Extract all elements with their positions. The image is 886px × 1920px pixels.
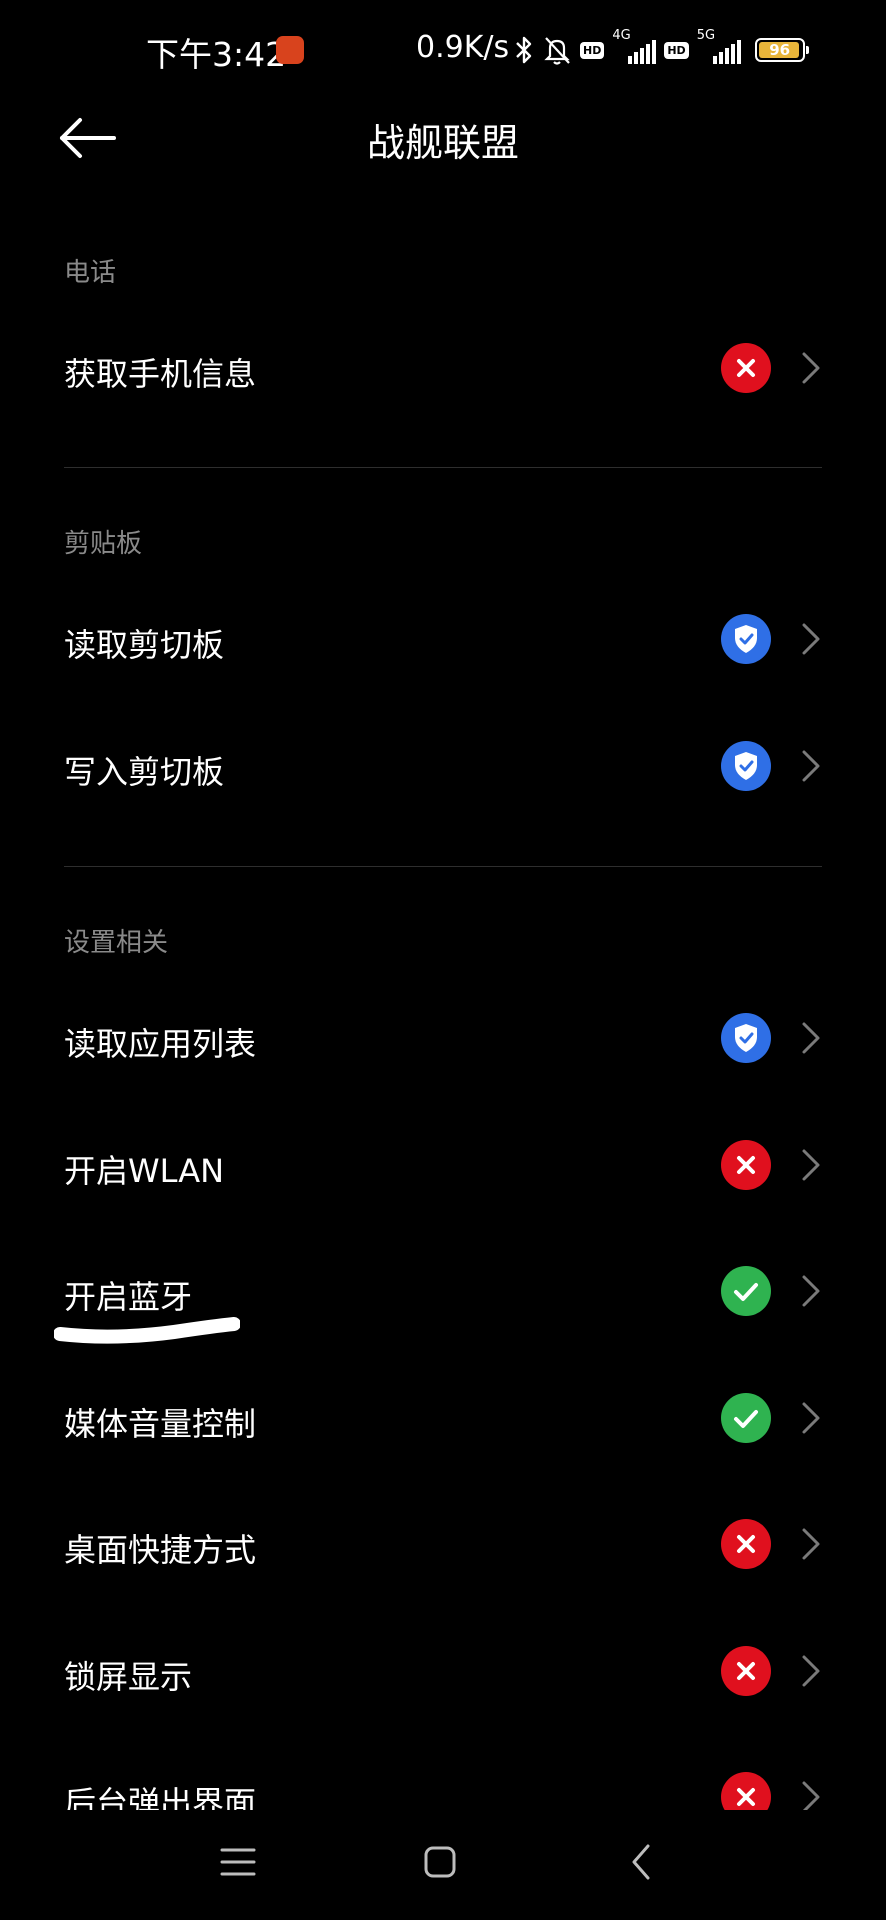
- chevron-right-icon: [802, 1781, 820, 1810]
- x-circle-icon[interactable]: [721, 1140, 771, 1190]
- back-icon[interactable]: [612, 1832, 672, 1892]
- network-type-label: 4G: [612, 28, 631, 43]
- divider: [64, 467, 822, 468]
- permission-label: 获取手机信息: [64, 355, 257, 393]
- app-notification-icon: [276, 36, 304, 64]
- chevron-right-icon: [802, 1022, 820, 1054]
- section-title-phone: 电话: [64, 258, 117, 288]
- permission-label: 读取应用列表: [64, 1025, 257, 1063]
- permission-label: 锁屏显示: [64, 1658, 193, 1696]
- permission-label: 媒体音量控制: [64, 1405, 257, 1443]
- permission-label: 写入剪切板: [64, 753, 225, 791]
- section-title-settings: 设置相关: [64, 928, 169, 958]
- shield-check-icon[interactable]: [721, 1013, 771, 1063]
- permission-label: 后台弹出界面: [64, 1784, 257, 1810]
- hd-badge-2: HD: [664, 41, 689, 59]
- bluetooth-icon: [516, 36, 532, 64]
- permission-row[interactable]: 读取剪切板: [0, 584, 886, 694]
- check-circle-icon[interactable]: [721, 1393, 771, 1443]
- signal-5g: 5G: [697, 28, 741, 64]
- mute-bell-icon: [544, 37, 570, 65]
- permission-label: 开启WLAN: [64, 1152, 225, 1190]
- signal-bars-icon-2: [712, 36, 741, 64]
- permission-row[interactable]: 桌面快捷方式: [0, 1489, 886, 1599]
- x-circle-icon[interactable]: [721, 1772, 771, 1810]
- signal-4g: 4G: [612, 28, 657, 64]
- chevron-right-icon: [802, 1402, 820, 1434]
- permission-row[interactable]: 开启WLAN: [0, 1110, 886, 1220]
- network-speed: 0.9K/s: [416, 30, 510, 65]
- hd-badge: HD: [580, 41, 605, 59]
- chevron-right-icon: [802, 750, 820, 782]
- battery-percent: 96: [769, 41, 791, 59]
- handwritten-underline-mark: [54, 1317, 240, 1344]
- shield-check-icon[interactable]: [721, 614, 771, 664]
- permission-row[interactable]: 获取手机信息: [0, 313, 886, 423]
- section-title-clipboard: 剪贴板: [64, 529, 143, 559]
- chevron-right-icon: [802, 1655, 820, 1687]
- page-title: 战舰联盟: [366, 121, 519, 165]
- navigation-bar: [0, 1810, 886, 1920]
- network-type-label-2: 5G: [696, 28, 716, 43]
- permission-row[interactable]: 读取应用列表: [0, 983, 886, 1093]
- check-circle-icon[interactable]: [721, 1266, 771, 1316]
- status-bar: 下午3:42 0.9K/s HD 4G HD 5G 96: [0, 0, 886, 100]
- permission-row[interactable]: 写入剪切板: [0, 711, 886, 821]
- permission-row[interactable]: 锁屏显示: [0, 1616, 886, 1726]
- header: 战舰联盟: [0, 100, 886, 176]
- chevron-right-icon: [802, 623, 820, 655]
- x-circle-icon[interactable]: [721, 1519, 771, 1569]
- menu-icon[interactable]: [208, 1832, 268, 1892]
- home-icon[interactable]: [410, 1832, 470, 1892]
- status-icons: HD 4G HD 5G 96: [514, 28, 809, 70]
- divider: [64, 866, 822, 867]
- permission-row[interactable]: 后台弹出界面: [0, 1742, 886, 1810]
- chevron-right-icon: [802, 1149, 820, 1181]
- permission-row[interactable]: 媒体音量控制: [0, 1363, 886, 1473]
- x-circle-icon[interactable]: [721, 1646, 771, 1696]
- x-circle-icon[interactable]: [721, 343, 771, 393]
- permission-label: 读取剪切板: [64, 626, 225, 664]
- shield-check-icon[interactable]: [721, 741, 771, 791]
- chevron-right-icon: [802, 1528, 820, 1560]
- permission-label: 桌面快捷方式: [64, 1531, 257, 1569]
- signal-bars-icon: [628, 36, 657, 64]
- chevron-right-icon: [802, 1275, 820, 1307]
- status-time: 下午3:42: [146, 35, 287, 74]
- battery-icon: 96: [754, 38, 809, 62]
- chevron-right-icon: [802, 352, 820, 384]
